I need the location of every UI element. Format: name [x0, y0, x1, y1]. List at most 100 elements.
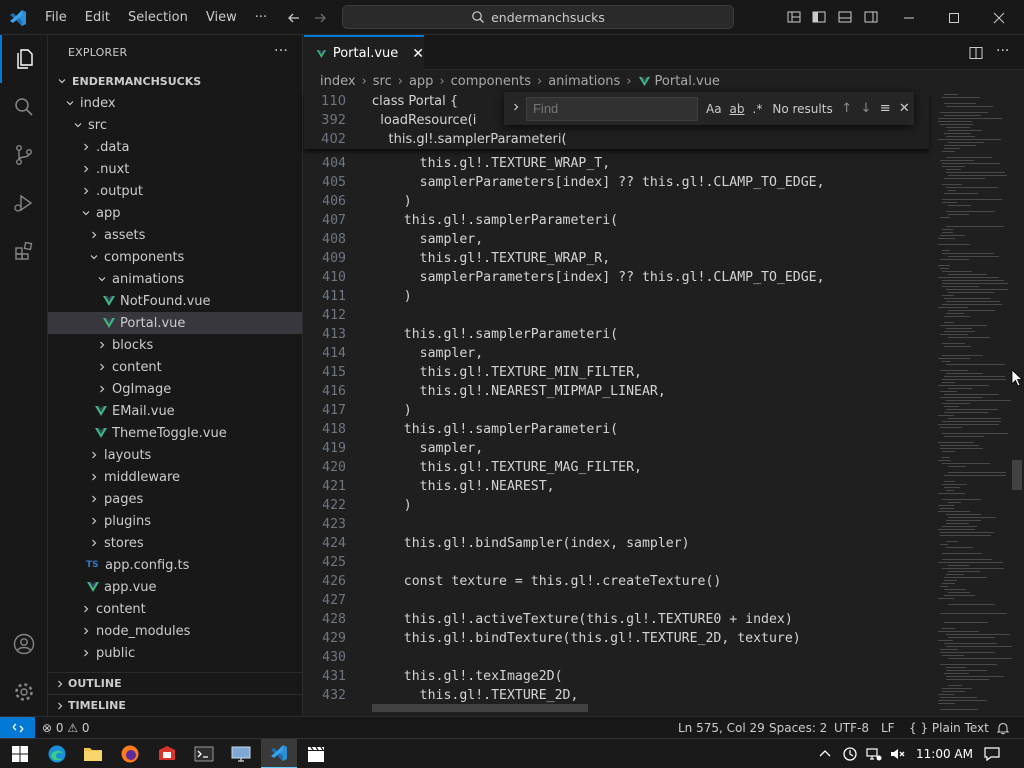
command-center-search[interactable]: endermanchsucks: [342, 5, 734, 29]
tree-item[interactable]: .data: [48, 136, 302, 158]
code-line[interactable]: 406 ): [304, 192, 929, 211]
taskbar-remote-desktop[interactable]: [223, 739, 259, 768]
sticky-line[interactable]: 402 this.gl!.samplerParameteri(: [304, 130, 929, 149]
notifications-bell-icon[interactable]: [996, 717, 1010, 739]
code-line[interactable]: 421 this.gl!.NEAREST,: [304, 477, 929, 496]
code-line[interactable]: 422 ): [304, 496, 929, 515]
toggle-panel-icon[interactable]: [837, 9, 853, 25]
code-line[interactable]: 412: [304, 306, 929, 325]
tree-item[interactable]: app.vue: [48, 576, 302, 598]
vertical-scrollbar[interactable]: [1010, 92, 1024, 716]
code-line[interactable]: 405 samplerParameters[index] ?? this.gl!…: [304, 173, 929, 192]
horizontal-scrollbar-thumb[interactable]: [372, 704, 588, 712]
taskbar-firefox[interactable]: [112, 739, 148, 768]
code-line[interactable]: 407 this.gl!.samplerParameteri(: [304, 211, 929, 230]
code-line[interactable]: 414 sampler,: [304, 344, 929, 363]
manage-activity[interactable]: [0, 668, 48, 716]
tree-item[interactable]: assets: [48, 224, 302, 246]
code-line[interactable]: 418 this.gl!.samplerParameteri(: [304, 420, 929, 439]
minimap[interactable]: [934, 92, 1012, 716]
code-line[interactable]: 425: [304, 553, 929, 572]
end-of-line[interactable]: LF: [881, 717, 895, 739]
code-line[interactable]: 432 this.gl!.TEXTURE_2D,: [304, 686, 929, 705]
tree-item[interactable]: pages: [48, 488, 302, 510]
tree-item[interactable]: content: [48, 356, 302, 378]
code-line[interactable]: 419 sampler,: [304, 439, 929, 458]
menu-more[interactable]: ···: [246, 10, 276, 25]
breadcrumb-item[interactable]: index: [320, 74, 356, 89]
code-line[interactable]: 427: [304, 591, 929, 610]
tree-item[interactable]: EMail.vue: [48, 400, 302, 422]
editor-more-actions-icon[interactable]: ···: [996, 43, 1009, 59]
match-whole-word-toggle[interactable]: ab: [730, 102, 745, 116]
network-icon[interactable]: [865, 739, 883, 768]
code-line[interactable]: 424 this.gl!.bindSampler(index, sampler): [304, 534, 929, 553]
tree-item[interactable]: .nuxt: [48, 158, 302, 180]
code-line[interactable]: 429 this.gl!.bindTexture(this.gl!.TEXTUR…: [304, 629, 929, 648]
breadcrumb-item[interactable]: app: [409, 74, 433, 89]
tree-item[interactable]: .output: [48, 180, 302, 202]
code-line[interactable]: 411 ): [304, 287, 929, 306]
code-line[interactable]: 408 sampler,: [304, 230, 929, 249]
tree-item[interactable]: index: [48, 92, 302, 114]
tab-portal-vue[interactable]: Portal.vue ✕: [304, 35, 424, 70]
match-case-toggle[interactable]: Aa: [706, 102, 722, 116]
find-in-selection-icon[interactable]: ≡: [876, 101, 895, 116]
split-editor-icon[interactable]: [968, 45, 984, 61]
next-match-arrow-down-icon[interactable]: ↓: [856, 101, 875, 116]
taskbar-clapper[interactable]: [298, 739, 334, 768]
clock[interactable]: 11:00 AM: [916, 739, 973, 768]
tab-close-icon[interactable]: ✕: [412, 46, 424, 62]
scrollbar-thumb[interactable]: [1012, 460, 1022, 490]
breadcrumb-item[interactable]: animations: [548, 74, 620, 89]
cursor-position[interactable]: Ln 575, Col 29: [678, 717, 765, 739]
code-line[interactable]: 423: [304, 515, 929, 534]
minimize-button[interactable]: [886, 0, 932, 35]
tray-app-icon[interactable]: [842, 739, 858, 768]
code-line[interactable]: 416 this.gl!.NEAREST_MIPMAP_LINEAR,: [304, 382, 929, 401]
customize-layout-icon[interactable]: [786, 9, 802, 25]
notification-center-icon[interactable]: [983, 739, 1001, 768]
code-line[interactable]: 415 this.gl!.TEXTURE_MIN_FILTER,: [304, 363, 929, 382]
tree-item[interactable]: TS app.config.ts: [48, 554, 302, 576]
source-control-activity[interactable]: [0, 131, 48, 179]
indentation[interactable]: Spaces: 2: [769, 717, 827, 739]
show-hidden-icons-chevron-up-icon[interactable]: [818, 739, 832, 768]
tree-item[interactable]: ThemeToggle.vue: [48, 422, 302, 444]
tree-item[interactable]: src: [48, 114, 302, 136]
start-button[interactable]: [2, 739, 38, 768]
breadcrumb-item[interactable]: Portal.vue: [655, 74, 720, 89]
find-input[interactable]: [525, 96, 698, 121]
explorer-activity[interactable]: [0, 35, 48, 83]
tree-item[interactable]: animations: [48, 268, 302, 290]
search-activity[interactable]: [0, 83, 48, 131]
code-line[interactable]: 428 this.gl!.activeTexture(this.gl!.TEXT…: [304, 610, 929, 629]
code-line[interactable]: 431 this.gl!.texImage2D(: [304, 667, 929, 686]
tree-item[interactable]: blocks: [48, 334, 302, 356]
timeline-section[interactable]: TIMELINE: [48, 694, 302, 716]
toggle-secondary-sidebar-icon[interactable]: [863, 9, 879, 25]
tree-item[interactable]: public: [48, 642, 302, 664]
encoding[interactable]: UTF-8: [834, 717, 869, 739]
menu-file[interactable]: File: [36, 10, 76, 25]
previous-match-arrow-up-icon[interactable]: ↑: [837, 101, 856, 116]
tree-item[interactable]: layouts: [48, 444, 302, 466]
tree-item[interactable]: OgImage: [48, 378, 302, 400]
breadcrumb-item[interactable]: components: [451, 74, 531, 89]
run-debug-activity[interactable]: [0, 179, 48, 227]
code-line[interactable]: 426 const texture = this.gl!.createTextu…: [304, 572, 929, 591]
tree-item[interactable]: middleware: [48, 466, 302, 488]
code-line[interactable]: 413 this.gl!.samplerParameteri(: [304, 325, 929, 344]
menu-selection[interactable]: Selection: [119, 10, 197, 25]
code-line[interactable]: 404 this.gl!.TEXTURE_WRAP_T,: [304, 154, 929, 173]
tree-item[interactable]: node_modules: [48, 620, 302, 642]
tree-item[interactable]: Portal.vue: [48, 312, 302, 334]
breadcrumb-item[interactable]: src: [373, 74, 392, 89]
tree-item[interactable]: app: [48, 202, 302, 224]
outline-section[interactable]: OUTLINE: [48, 672, 302, 694]
forward-arrow-icon[interactable]: [312, 0, 328, 35]
workspace-root-folder[interactable]: ENDERMANCHSUCKS: [48, 70, 302, 92]
maximize-button[interactable]: [931, 0, 977, 35]
tree-item[interactable]: content: [48, 598, 302, 620]
taskbar-vscode-insiders[interactable]: [261, 739, 297, 768]
